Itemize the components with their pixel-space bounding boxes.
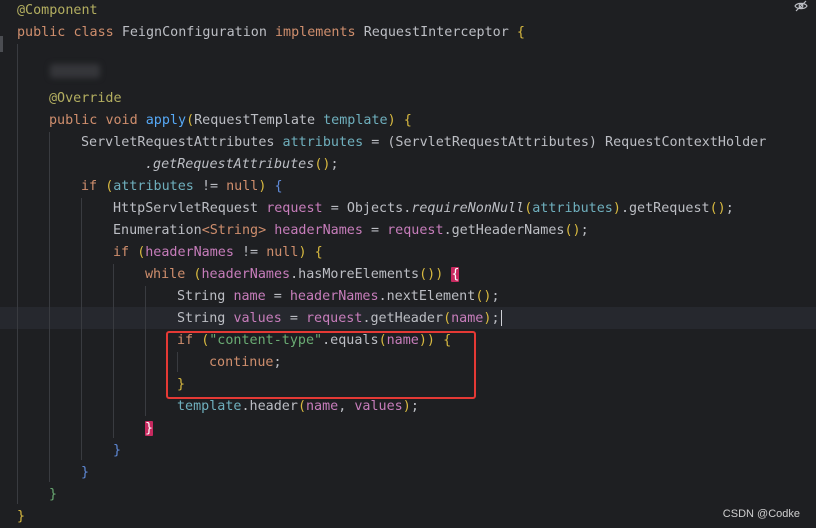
code-line-3[interactable]: @Override	[49, 88, 122, 110]
code-line-10[interactable]: if (headerNames != null) {	[113, 242, 323, 264]
highlight-annotation-box	[166, 331, 476, 399]
code-line-17[interactable]: template.header(name, values);	[177, 396, 419, 418]
code-line-20[interactable]: }	[81, 462, 89, 484]
blurred-region	[50, 64, 100, 78]
eye-slash-icon[interactable]	[794, 0, 808, 12]
code-line-18[interactable]: }	[145, 418, 154, 440]
code-line-7[interactable]: if (attributes != null) {	[81, 176, 283, 198]
gutter-marker	[0, 36, 3, 52]
code-line-11[interactable]: while (headerNames.hasMoreElements()) {	[145, 264, 460, 286]
indent-guide	[81, 198, 82, 460]
indent-guide	[145, 286, 146, 416]
watermark-text: CSDN @Codke	[722, 508, 800, 520]
code-line-6[interactable]: .getRequestAttributes();	[145, 154, 339, 176]
code-line-1[interactable]: @Component	[17, 0, 98, 22]
code-line-5[interactable]: ServletRequestAttributes attributes = (S…	[81, 132, 766, 154]
code-editor[interactable]: @Component public class FeignConfigurati…	[0, 0, 816, 528]
text-caret	[500, 310, 502, 326]
code-line-9[interactable]: Enumeration<String> headerNames = reques…	[113, 220, 589, 242]
indent-guide	[113, 264, 114, 438]
code-line-22[interactable]: }	[17, 506, 25, 528]
code-line-2[interactable]: public class FeignConfiguration implemen…	[17, 22, 525, 44]
code-line-13[interactable]: String values = request.getHeader(name);	[177, 308, 502, 330]
code-line-19[interactable]: }	[113, 440, 121, 462]
code-line-8[interactable]: HttpServletRequest request = Objects.req…	[113, 198, 734, 220]
code-line-12[interactable]: String name = headerNames.nextElement();	[177, 286, 500, 308]
indent-guide	[49, 132, 50, 482]
indent-guide	[17, 44, 18, 504]
code-line-21[interactable]: }	[49, 484, 57, 506]
code-line-4[interactable]: public void apply(RequestTemplate templa…	[49, 110, 412, 132]
